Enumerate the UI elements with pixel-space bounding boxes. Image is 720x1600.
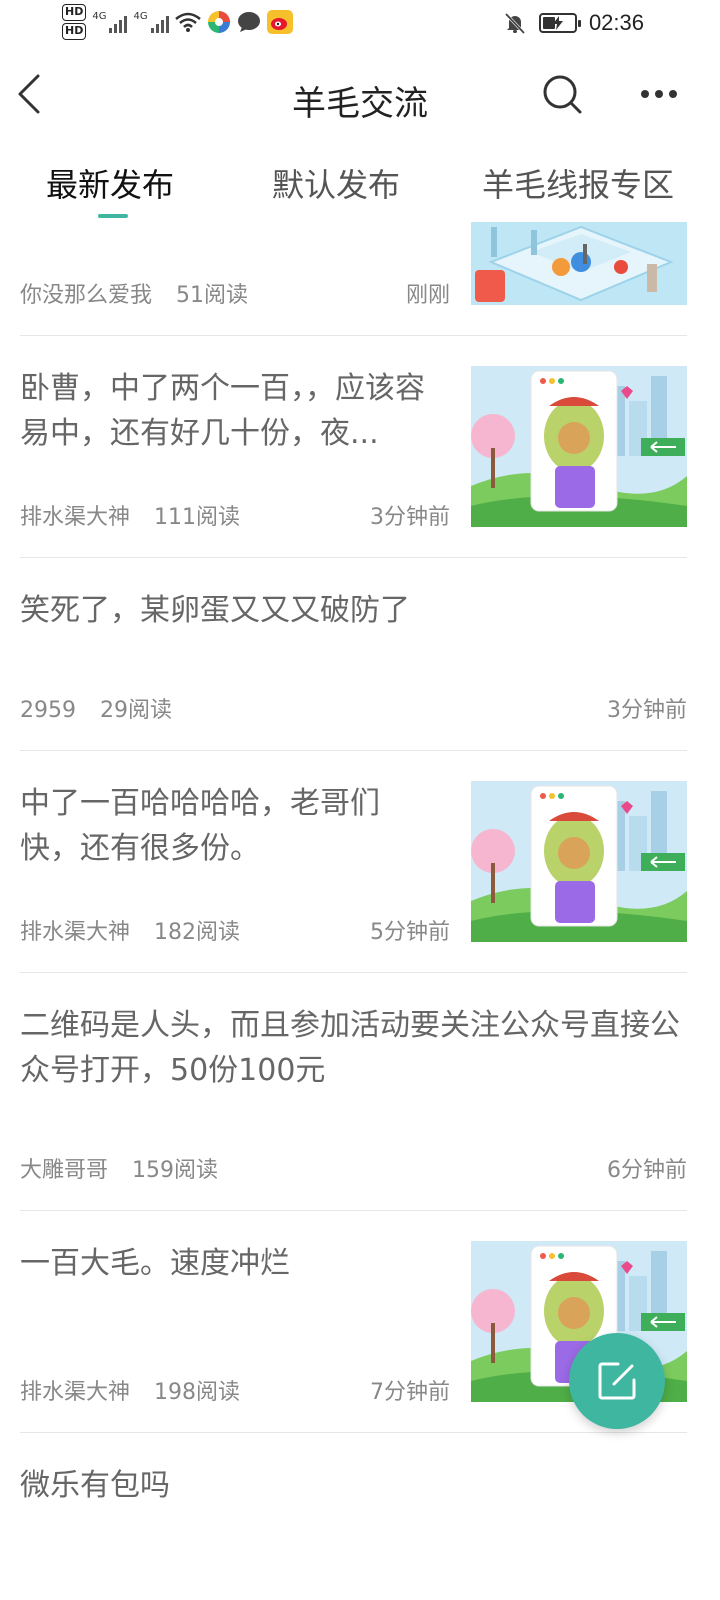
post-time: 6分钟前 [607,1158,687,1183]
post-meta: 你没那么爱我 51阅读 [20,277,248,309]
compose-button[interactable] [569,1333,665,1429]
post-author: 大雕哥哥 [20,1158,109,1183]
status-left: HD HD 4G 4G [62,4,293,40]
post-reads: 198阅读 [154,1380,241,1405]
hd-badge: HD [62,4,87,21]
post-thumbnail[interactable] [471,781,687,942]
tab-deals[interactable]: 羊毛线报专区 [482,160,674,206]
edit-icon [598,1362,636,1400]
post-reads: 159阅读 [132,1158,219,1183]
list-item[interactable]: 卧曹，中了两个一百，，应该容易中，还有好几十份，夜... 排水渠大神 111阅读 … [20,336,687,557]
list-item[interactable]: 中了一百哈哈哈哈，老哥们快，还有很多份。 排水渠大神 182阅读 5分钟前 [20,751,687,972]
post-title: 中了一百哈哈哈哈，老哥们快，还有很多份。 [20,786,380,866]
network-label: 4G [92,11,107,22]
tab-latest[interactable]: 最新发布 [46,160,174,206]
hd-indicators: HD HD [62,4,87,40]
post-author: 排水渠大神 [20,505,131,530]
post-title: 二维码是人头，而且参加活动要关注公众号直接公众号打开，50份100元 [20,1008,680,1088]
network-label: 4G [133,11,148,22]
more-icon[interactable] [636,74,682,114]
list-item[interactable]: 笑死了，某卵蛋又又又破防了 2959 29阅读 3分钟前 [20,558,687,750]
page-title: 羊毛交流 [292,84,428,124]
post-title: 微乐有包吗 [20,1468,170,1503]
post-time: 3分钟前 [607,698,687,723]
post-meta: 排水渠大神 182阅读 [20,914,240,946]
post-title: 卧曹，中了两个一百，，应该容易中，还有好几十份，夜... [20,371,425,451]
post-author: 排水渠大神 [20,1380,131,1405]
post-meta: 2959 29阅读 [20,692,172,724]
post-thumbnail[interactable] [471,222,687,305]
list-item[interactable]: 二维码是人头，而且参加活动要关注公众号直接公众号打开，50份100元 大雕哥哥 1… [20,973,687,1210]
post-meta: 排水渠大神 111阅读 [20,499,240,531]
message-icon [237,12,260,32]
battery-icon [538,13,581,33]
post-reads: 51阅读 [176,283,249,308]
nav-bar: 羊毛交流 [0,52,720,140]
post-thumbnail[interactable] [471,366,687,527]
weibo-icon [266,10,293,34]
post-title: 笑死了，某卵蛋又又又破防了 [20,593,410,628]
post-time: 3分钟前 [370,505,450,530]
post-reads: 111阅读 [154,505,241,530]
search-icon[interactable] [540,72,584,116]
list-item[interactable]: 微乐有包吗 [20,1433,687,1600]
signal-icon: 4G [92,11,128,33]
post-time: 7分钟前 [370,1380,450,1405]
post-time: 5分钟前 [370,920,450,945]
post-author: 排水渠大神 [20,920,131,945]
signal-icon: 4G [133,11,169,33]
tab-indicator [98,214,128,218]
status-right: 02:36 [503,10,644,36]
tab-default[interactable]: 默认发布 [272,160,400,206]
tab-bar: 最新发布 默认发布 羊毛线报专区 [0,150,720,222]
post-reads: 182阅读 [154,920,241,945]
post-title: 一百大毛。速度冲烂 [20,1246,290,1281]
post-time: 刚刚 [405,283,450,308]
bell-off-icon [504,12,526,35]
status-bar: HD HD 4G 4G 02:36 [0,0,720,48]
post-author: 2959 [20,698,76,723]
list-item[interactable]: 你没那么爱我 51阅读 刚刚 [20,222,687,335]
post-author: 你没那么爱我 [20,283,153,308]
post-meta: 排水渠大神 198阅读 [20,1374,240,1406]
clock: 02:36 [588,10,644,35]
wifi-icon [174,12,201,32]
post-reads: 29阅读 [100,698,172,723]
post-meta: 大雕哥哥 159阅读 [20,1152,218,1184]
app-icon [207,11,230,33]
hd-badge: HD [62,23,87,40]
